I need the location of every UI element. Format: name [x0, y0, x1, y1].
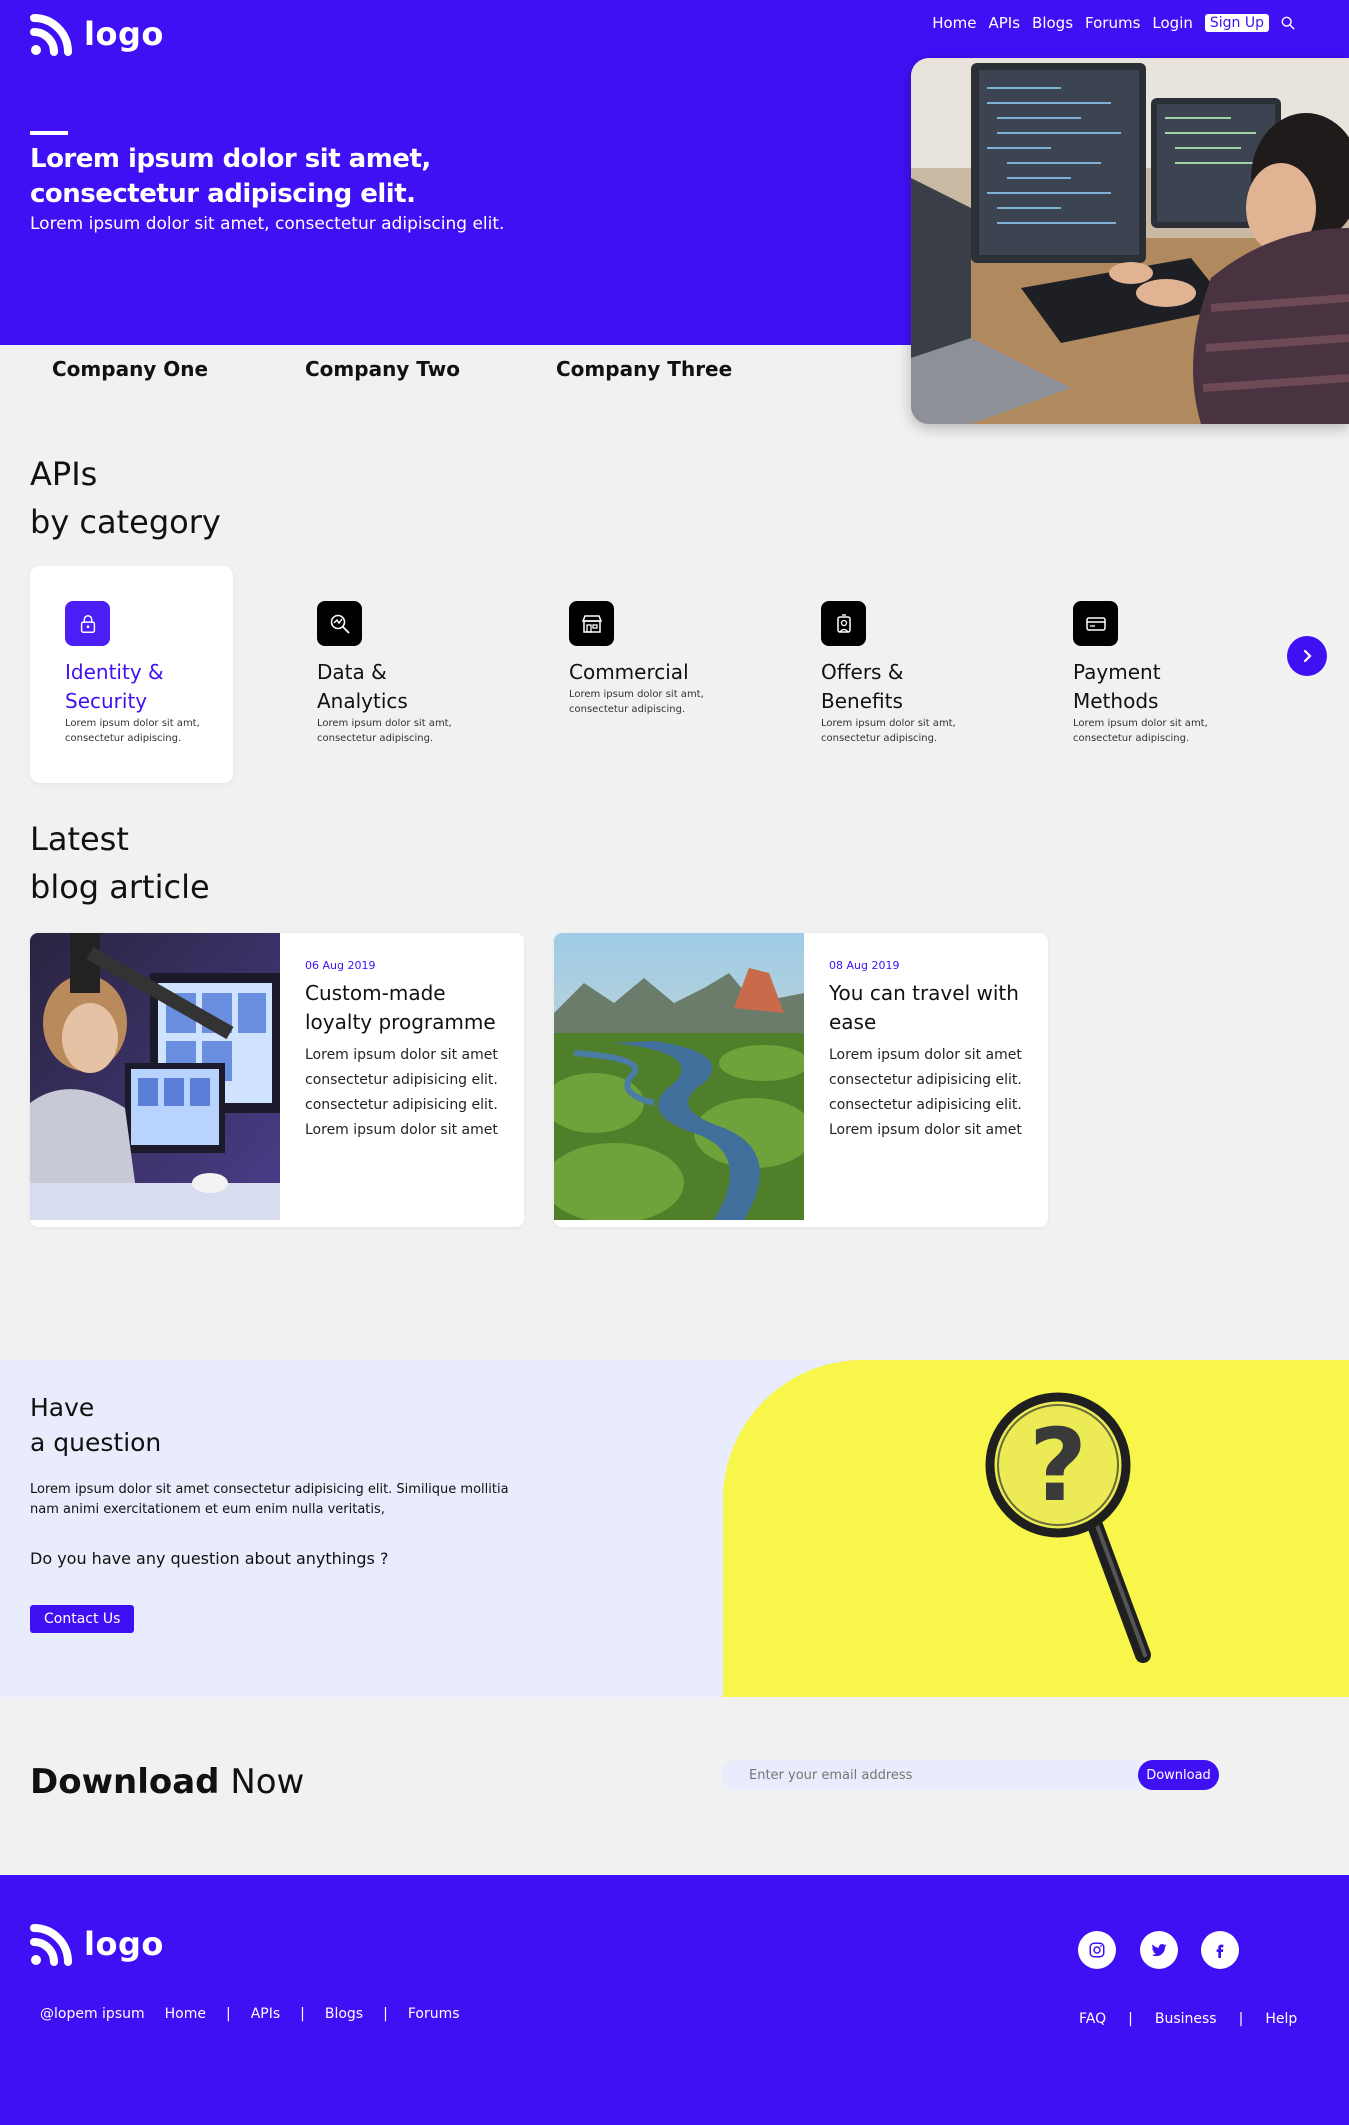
category-name: Payment Methods [1073, 660, 1161, 713]
category-name: Identity & Security [65, 660, 164, 713]
nav-home[interactable]: Home [932, 14, 976, 32]
blog-title[interactable]: You can travel with ease [829, 979, 1029, 1037]
blog-excerpt: Lorem ipsum dolor sit amet consectetur a… [829, 1047, 1022, 1138]
footer-separator: | [300, 2006, 305, 2022]
category-desc: Lorem ipsum dolor sit amt, consectetur a… [317, 718, 452, 744]
category-card-payment-methods[interactable]: Payment Methods Lorem ipsum dolor sit am… [1038, 566, 1241, 783]
question-image-magnifier: ? [723, 1360, 1349, 1697]
company-logo-two: Company Two [305, 357, 460, 381]
category-card-identity-security[interactable]: Identity & Security Lorem ipsum dolor si… [30, 566, 233, 783]
blog-card-loyalty[interactable]: 06 Aug 2019 Custom-made loyalty programm… [30, 933, 524, 1227]
category-desc: Lorem ipsum dolor sit amt, consectetur a… [65, 718, 200, 744]
hero-title: Lorem ipsum dolor sit amet, consectetur … [30, 144, 431, 209]
blog-image-river-landscape [554, 933, 814, 1223]
gift-offer-icon [821, 601, 866, 646]
download-title-rest: Now [230, 1762, 305, 1802]
footer-links: @lopem ipsum Home | APIs | Blogs | Forum… [40, 2006, 460, 2022]
footer-link-help[interactable]: Help [1265, 2011, 1297, 2027]
apis-section-title: APIs by category [30, 450, 221, 546]
footer-separator: | [225, 2006, 231, 2022]
logo-icon [30, 1922, 74, 1966]
nav-apis[interactable]: APIs [989, 14, 1021, 32]
hero-accent-rule [30, 131, 68, 135]
footer-separator: | [1238, 2011, 1244, 2027]
chevron-right-icon [1303, 649, 1312, 663]
download-button[interactable]: Download [1138, 1760, 1219, 1790]
main-nav: Home APIs Blogs Forums Login Sign Up [932, 14, 1297, 32]
footer-handle: @lopem ipsum [40, 2006, 145, 2022]
company-logo-three: Company Three [556, 357, 733, 381]
footer-link-forums[interactable]: Forums [408, 2006, 460, 2022]
question-section: ? Have a question Lorem ipsum dolor sit … [0, 1360, 1349, 1697]
download-title: Download Now [30, 1762, 304, 1802]
instagram-icon[interactable] [1078, 1931, 1116, 1969]
apis-title-line1: APIs [30, 455, 98, 493]
footer-separator: | [1128, 2011, 1133, 2027]
facebook-icon[interactable] [1201, 1931, 1239, 1969]
lock-icon [65, 601, 110, 646]
footer-link-blogs[interactable]: Blogs [325, 2006, 363, 2022]
blog-title[interactable]: Custom-made loyalty programme [305, 979, 505, 1037]
question-text: Lorem ipsum dolor sit amet consectetur a… [30, 1482, 509, 1517]
contact-us-button[interactable]: Contact Us [30, 1605, 135, 1633]
category-card-offers-benefits[interactable]: Offers & Benefits Lorem ipsum dolor sit … [786, 566, 989, 783]
email-input[interactable] [721, 1760, 1141, 1790]
question-title: Have a question [30, 1390, 161, 1460]
categories-next-button[interactable] [1287, 636, 1327, 676]
blog-excerpt: Lorem ipsum dolor sit amet consectetur a… [305, 1047, 498, 1138]
svg-text:?: ? [1029, 1407, 1087, 1524]
blog-date: 08 Aug 2019 [829, 959, 900, 972]
footer-link-home[interactable]: Home [165, 2006, 206, 2022]
apis-title-line2: by category [30, 503, 221, 541]
category-name: Offers & Benefits [821, 660, 904, 713]
twitter-icon[interactable] [1140, 1931, 1178, 1969]
category-desc: Lorem ipsum dolor sit amt, consectetur a… [1073, 718, 1208, 744]
footer-link-business[interactable]: Business [1155, 2011, 1217, 2027]
category-card-data-analytics[interactable]: Data & Analytics Lorem ipsum dolor sit a… [282, 566, 485, 783]
download-title-bold: Download [30, 1762, 220, 1802]
blog-title-line2: blog article [30, 868, 210, 906]
nav-login[interactable]: Login [1152, 14, 1192, 32]
credit-card-icon [1073, 601, 1118, 646]
nav-blogs[interactable]: Blogs [1032, 14, 1073, 32]
category-desc: Lorem ipsum dolor sit amt, consectetur a… [821, 718, 956, 744]
hero-image-developer [911, 58, 1349, 424]
logo-icon [30, 12, 74, 56]
blog-date: 06 Aug 2019 [305, 959, 376, 972]
company-logo-one: Company One [52, 357, 209, 381]
store-icon [569, 601, 614, 646]
footer-link-faq[interactable]: FAQ [1079, 2011, 1106, 2027]
analytics-search-icon [317, 601, 362, 646]
question-title-line2: a question [30, 1428, 162, 1457]
blog-image-office-woman [30, 933, 280, 1220]
nav-forums[interactable]: Forums [1085, 14, 1140, 32]
logo-text: logo [84, 1925, 164, 1963]
category-card-commercial[interactable]: Commercial Lorem ipsum dolor sit amt, co… [534, 566, 737, 783]
hero-subtitle: Lorem ipsum dolor sit amet, consectetur … [30, 214, 505, 234]
logo-text: logo [84, 15, 164, 53]
blog-title-line1: Latest [30, 820, 129, 858]
question-prompt: Do you have any question about anythings… [30, 1549, 389, 1568]
footer-separator: | [383, 2006, 388, 2022]
blog-section-title: Latest blog article [30, 815, 210, 911]
category-name: Commercial [569, 660, 689, 684]
question-title-line1: Have [30, 1393, 95, 1422]
footer-right-links: FAQ | Business | Help [1079, 2011, 1297, 2027]
header-logo[interactable]: logo [30, 12, 164, 56]
signup-button[interactable]: Sign Up [1204, 14, 1269, 32]
search-icon[interactable] [1281, 15, 1297, 31]
footer: logo @lopem ipsum Home | APIs | Blogs | … [0, 1875, 1349, 2125]
category-name: Data & Analytics [317, 660, 408, 713]
category-desc: Lorem ipsum dolor sit amt, consectetur a… [569, 689, 704, 715]
footer-logo[interactable]: logo [30, 1922, 164, 1966]
blog-card-travel[interactable]: 08 Aug 2019 You can travel with ease Lor… [554, 933, 1048, 1227]
footer-link-apis[interactable]: APIs [251, 2006, 280, 2022]
